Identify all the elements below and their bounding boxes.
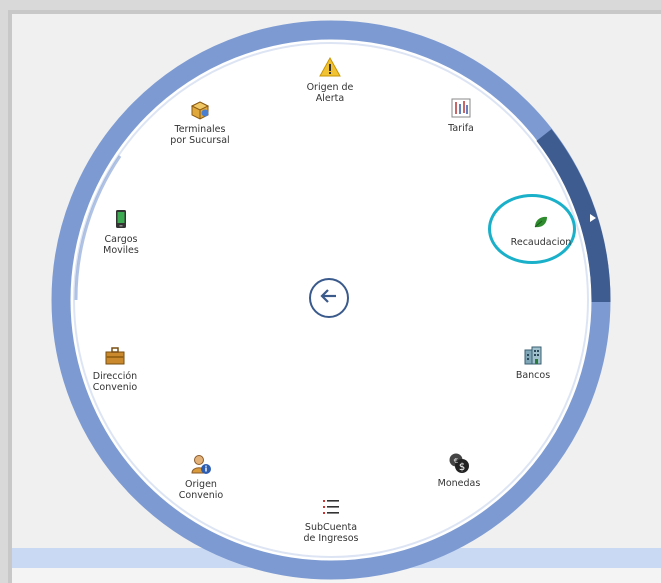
leaf-icon — [530, 211, 552, 233]
mobile-phone-icon — [110, 208, 132, 230]
warning-icon — [319, 56, 341, 78]
terminal-box-icon — [189, 98, 211, 120]
menu-item-direccion-convenio[interactable]: Dirección Convenio — [70, 345, 160, 393]
menu-item-label-line2: Moviles — [103, 245, 139, 256]
menu-item-label: Dirección — [92, 371, 138, 382]
menu-item-label: SubCuenta — [304, 522, 358, 533]
svg-text:$: $ — [459, 462, 465, 473]
menu-item-label: Recaudacion — [510, 237, 572, 248]
radial-menu: Origen de Alerta Tarifa Recaudacion Banc… — [0, 0, 661, 583]
menu-item-label: Tarifa — [448, 123, 474, 134]
menu-item-terminales[interactable]: Terminales por Sucursal — [155, 98, 245, 146]
user-info-icon — [190, 453, 212, 475]
coins-icon: $ € — [448, 452, 470, 474]
menu-item-recaudacion[interactable]: Recaudacion — [496, 211, 586, 248]
menu-item-label-line2: Alerta — [315, 93, 345, 104]
menu-item-cargos-moviles[interactable]: Cargos Moviles — [76, 208, 166, 256]
menu-item-label: Monedas — [437, 478, 481, 489]
menu-item-monedas[interactable]: $ € Monedas — [414, 452, 504, 489]
briefcase-icon — [104, 345, 126, 367]
back-arrow-icon — [318, 285, 340, 311]
menu-item-bancos[interactable]: Bancos — [488, 344, 578, 381]
expand-arrow-icon[interactable] — [588, 209, 598, 222]
menu-item-label-line2: de Ingresos — [303, 533, 359, 544]
menu-item-label: Origen — [185, 479, 217, 490]
menu-item-label: Bancos — [515, 370, 551, 381]
menu-item-label: Cargos — [104, 234, 138, 245]
menu-item-origen-alerta[interactable]: Origen de Alerta — [285, 56, 375, 104]
tariff-chart-icon — [450, 97, 472, 119]
menu-item-subcuenta[interactable]: SubCuenta de Ingresos — [286, 496, 376, 544]
menu-item-label: Terminales — [174, 124, 226, 135]
bank-building-icon — [522, 344, 544, 366]
menu-item-label-line2: Convenio — [178, 490, 224, 501]
svg-text:€: € — [454, 457, 458, 465]
menu-item-label: Origen de — [306, 82, 354, 93]
menu-item-origen-convenio[interactable]: Origen Convenio — [156, 453, 246, 501]
list-icon — [320, 496, 342, 518]
menu-item-label-line2: por Sucursal — [170, 135, 230, 146]
menu-item-label-line2: Convenio — [92, 382, 138, 393]
menu-item-tarifa[interactable]: Tarifa — [416, 97, 506, 134]
back-button[interactable] — [309, 278, 349, 318]
